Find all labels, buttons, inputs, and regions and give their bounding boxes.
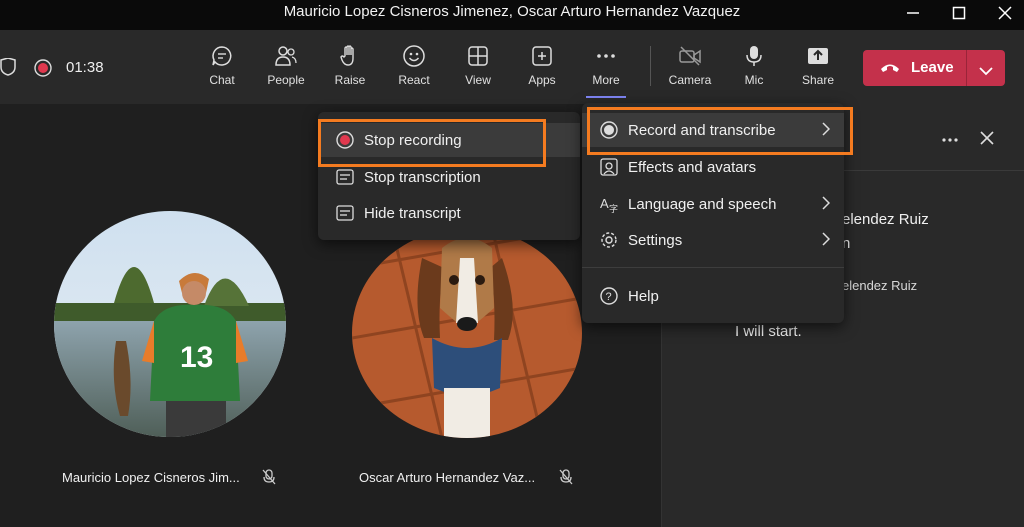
menu-item-label: Settings xyxy=(628,231,683,249)
gear-icon xyxy=(598,229,620,251)
smile-icon xyxy=(385,44,443,68)
hang-up-icon xyxy=(879,60,901,81)
raise-hand-button[interactable]: Raise xyxy=(321,38,379,94)
record-and-transcribe-highlight xyxy=(587,107,853,155)
svg-text:字: 字 xyxy=(609,203,618,213)
share-label: Share xyxy=(801,73,835,87)
mic-muted-icon xyxy=(559,469,573,490)
svg-text:?: ? xyxy=(606,291,612,303)
shield-icon xyxy=(0,57,16,81)
apps-plus-icon xyxy=(513,44,571,68)
view-button[interactable]: View xyxy=(449,38,507,94)
close-window-icon[interactable] xyxy=(990,2,1020,24)
panel-more-options-icon[interactable] xyxy=(941,130,959,148)
participant-name: Mauricio Lopez Cisneros Jim... xyxy=(62,470,240,485)
leave-button[interactable]: Leave xyxy=(863,50,1005,86)
menu-item-label: Help xyxy=(628,287,659,305)
menu-item-label: Language and speech xyxy=(628,195,777,213)
settings-item[interactable]: Settings xyxy=(582,223,844,257)
react-label: React xyxy=(398,73,430,87)
window-title: Mauricio Lopez Cisneros Jimenez, Oscar A… xyxy=(283,3,741,20)
close-panel-icon[interactable] xyxy=(979,130,995,151)
transcript-icon xyxy=(334,202,356,224)
svg-text:A: A xyxy=(600,196,609,211)
hide-transcript-item[interactable]: Hide transcript xyxy=(318,196,580,230)
chat-label: Chat xyxy=(209,73,235,87)
leave-label: Leave xyxy=(911,59,954,76)
language-and-speech-item[interactable]: A字 Language and speech xyxy=(582,187,844,221)
mic-muted-icon xyxy=(262,469,276,490)
transcript-speaker: elendez Ruiz xyxy=(842,278,918,293)
apps-label: Apps xyxy=(528,73,556,87)
view-label: View xyxy=(465,73,491,87)
more-button[interactable]: More xyxy=(577,38,635,94)
more-dots-icon xyxy=(577,44,635,68)
people-icon xyxy=(257,44,315,68)
maximize-icon[interactable] xyxy=(944,2,974,24)
chevron-down-icon[interactable] xyxy=(979,63,993,81)
menu-item-label: Stop transcription xyxy=(364,168,481,186)
help-item[interactable]: ? Help xyxy=(582,279,844,313)
microphone-icon xyxy=(725,44,783,68)
menu-divider xyxy=(582,267,844,268)
grid-view-icon xyxy=(449,44,507,68)
effects-and-avatars-item[interactable]: Effects and avatars xyxy=(582,150,844,184)
language-icon: A字 xyxy=(598,193,620,215)
raise-label: Raise xyxy=(334,73,366,87)
transcript-speaker: elendez Ruiz xyxy=(842,211,929,228)
menu-item-label: Effects and avatars xyxy=(628,158,757,176)
participant-avatar[interactable] xyxy=(352,228,582,438)
chat-button[interactable]: Chat xyxy=(193,38,251,94)
transcript-text: I will start. xyxy=(735,323,802,340)
chat-icon xyxy=(193,44,251,68)
camera-button[interactable]: Camera xyxy=(661,38,719,94)
people-label: People xyxy=(267,73,305,87)
participant-avatar[interactable]: 13 xyxy=(54,211,286,437)
mic-label: Mic xyxy=(744,73,764,87)
chevron-right-icon xyxy=(822,196,831,214)
svg-text:13: 13 xyxy=(180,341,213,374)
raise-hand-icon xyxy=(321,44,379,68)
participant-name: Oscar Arturo Hernandez Vaz... xyxy=(359,470,536,485)
people-button[interactable]: People xyxy=(257,38,315,94)
share-screen-icon xyxy=(789,44,847,68)
help-icon: ? xyxy=(598,285,620,307)
recording-indicator-icon xyxy=(34,59,52,82)
camera-off-icon xyxy=(661,44,719,68)
mic-button[interactable]: Mic xyxy=(725,38,783,94)
meeting-toolbar: 01:38 Chat People Raise React View Apps … xyxy=(0,30,1024,104)
leave-split-divider xyxy=(966,50,967,86)
camera-label: Camera xyxy=(668,73,712,87)
chevron-right-icon xyxy=(822,232,831,250)
effects-icon xyxy=(598,156,620,178)
share-button[interactable]: Share xyxy=(789,38,847,94)
meeting-timer: 01:38 xyxy=(66,59,104,76)
stop-recording-highlight xyxy=(318,119,546,167)
more-label: More xyxy=(592,73,620,87)
transcript-icon xyxy=(334,166,356,188)
title-bar: Mauricio Lopez Cisneros Jimenez, Oscar A… xyxy=(0,0,1024,30)
toolbar-divider xyxy=(650,46,651,86)
minimize-icon[interactable] xyxy=(898,2,928,24)
more-active-underline xyxy=(586,96,626,98)
apps-button[interactable]: Apps xyxy=(513,38,571,94)
react-button[interactable]: React xyxy=(385,38,443,94)
menu-item-label: Hide transcript xyxy=(364,204,461,222)
